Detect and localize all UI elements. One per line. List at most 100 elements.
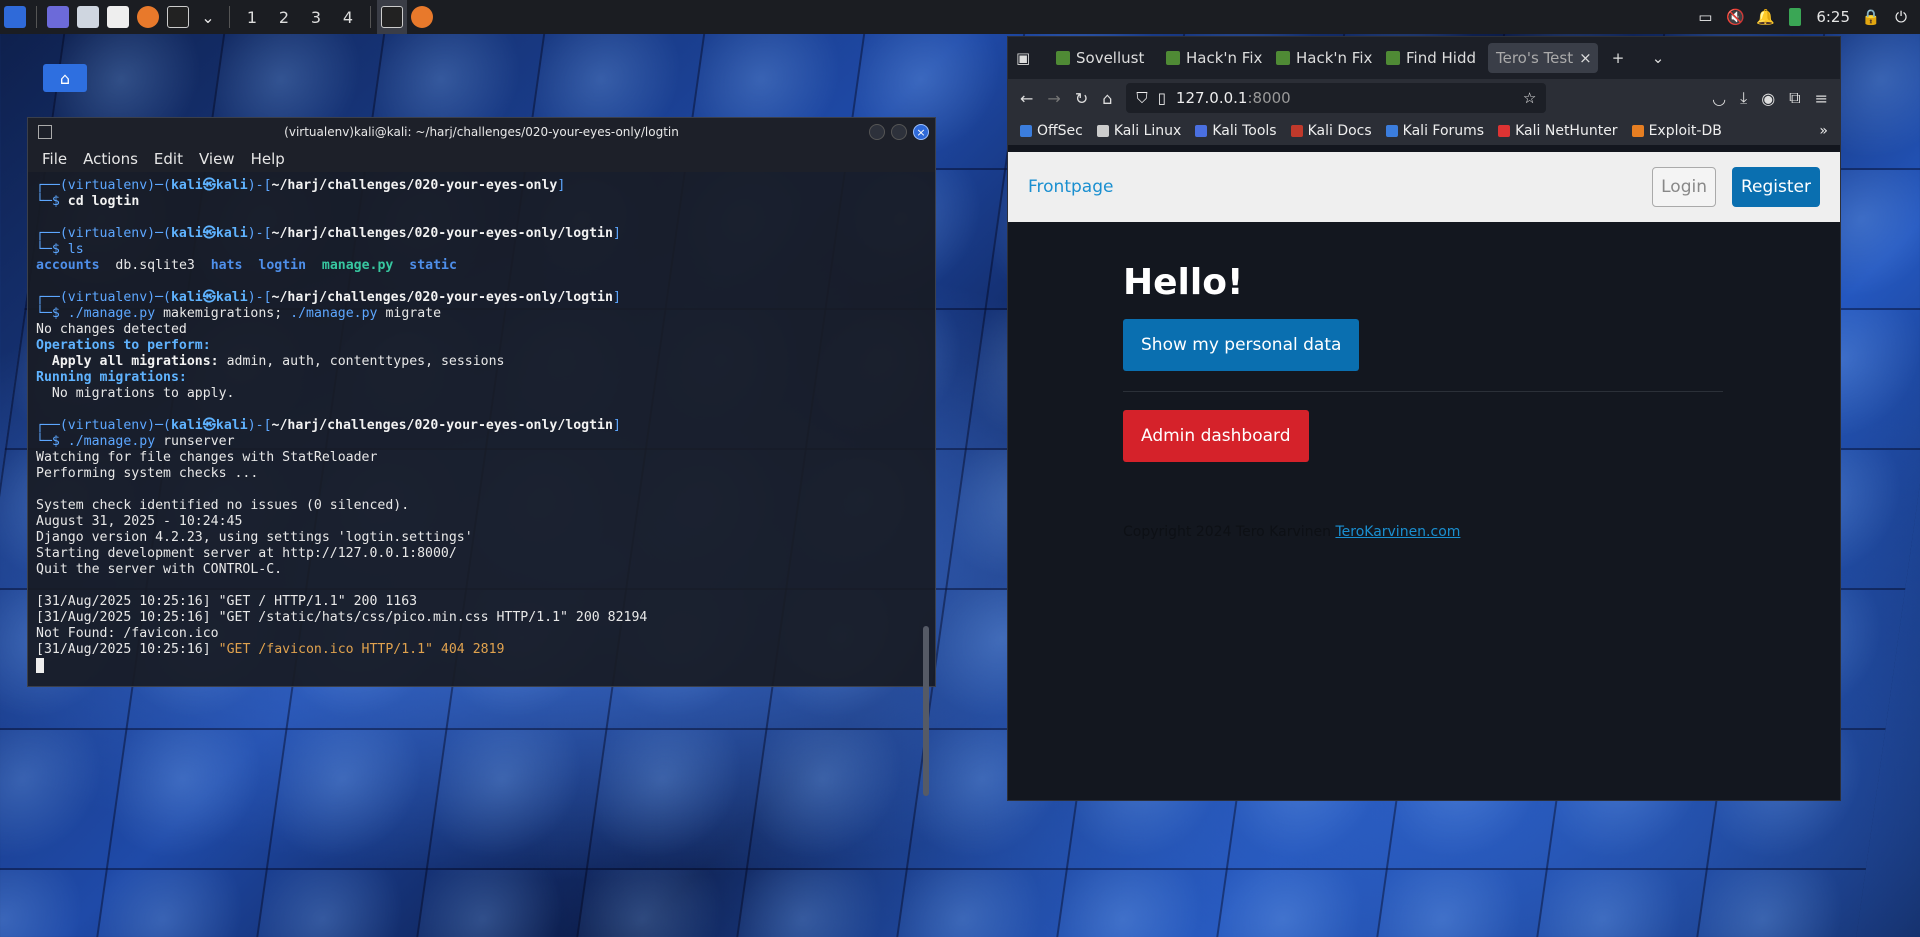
firefox-icon[interactable] (133, 0, 163, 34)
bookmark-offsec[interactable]: OffSec (1020, 123, 1083, 139)
web-page: Frontpage Login Register Hello! Show my … (1008, 152, 1840, 800)
terminal-cursor (36, 658, 44, 673)
url-port: :8000 (1247, 89, 1291, 107)
extensions-icon[interactable]: ⧉ (1789, 88, 1800, 108)
account-icon[interactable]: ◉ (1761, 89, 1775, 108)
bookmark-kali-nethunter[interactable]: Kali NetHunter (1498, 123, 1618, 139)
home-icon[interactable]: ⌂ (1102, 89, 1112, 108)
workspace-4[interactable]: 4 (332, 8, 364, 27)
bookmark-kali-forums[interactable]: Kali Forums (1385, 123, 1484, 139)
command-line: └─$ ls (36, 242, 84, 257)
logout-icon[interactable]: ⏻ (1892, 8, 1910, 26)
file-manager-icon[interactable] (73, 0, 103, 34)
tab-hackn-fix-2[interactable]: Hack'n Fix (1268, 43, 1378, 73)
close-button[interactable]: × (913, 124, 929, 140)
nav-toolbar: ← → ↻ ⌂ ⛉ ▯ 127.0.0.1:8000 ☆ ◡ ⤓ ◉ ⧉ ≡ (1008, 79, 1840, 117)
site-navbar: Frontpage Login Register (1008, 152, 1840, 222)
divider (1123, 391, 1723, 392)
page-heading: Hello! (1123, 262, 1244, 303)
clock[interactable]: 6:25 (1816, 8, 1850, 26)
tab-overview-icon[interactable]: ▣ (1008, 43, 1048, 73)
firefox-task-icon[interactable] (407, 0, 437, 34)
command-line: └─$ cd logtin (36, 194, 140, 209)
speaker-muted-icon[interactable]: 🔇 (1726, 8, 1745, 26)
bookmark-exploit-db[interactable]: Exploit-DB (1631, 123, 1722, 139)
register-button[interactable]: Register (1732, 167, 1820, 207)
tab-sovellust[interactable]: Sovellust (1048, 43, 1158, 73)
home-folder-icon[interactable]: ⌂ (43, 64, 87, 92)
reload-icon[interactable]: ↻ (1075, 89, 1088, 108)
bookmark-kali-tools[interactable]: Kali Tools (1195, 123, 1277, 139)
main-content: Hello! Show my personal data Admin dashb… (1008, 222, 1840, 540)
log-line: [31/Aug/2025 10:25:16] "GET /favicon.ico… (36, 642, 505, 657)
shield-icon[interactable]: ⛉ (1136, 89, 1147, 107)
log-line: System check identified no issues (0 sil… (36, 498, 410, 513)
page-info-icon[interactable]: ▯ (1158, 89, 1166, 107)
bookmarks-overflow-icon[interactable]: » (1819, 123, 1828, 139)
workspace-3[interactable]: 3 (300, 8, 332, 27)
terminal-window: (virtualenv)kali@kali: ~/harj/challenges… (27, 117, 936, 796)
lock-icon[interactable]: 🔒 (1862, 8, 1881, 26)
tab-favicon (1166, 51, 1180, 65)
prompt-line: ┌──(virtualenv)─(kali㉿kali)-[~/harj/chal… (36, 290, 621, 305)
menu-help[interactable]: Help (251, 150, 285, 168)
prompt-line: ┌──(virtualenv)─(kali㉿kali)-[~/harj/chal… (36, 226, 621, 241)
output-line: Running migrations: (36, 370, 187, 385)
url-bar[interactable]: ⛉ ▯ 127.0.0.1:8000 ☆ (1126, 83, 1547, 113)
bookmark-kali-docs[interactable]: Kali Docs (1290, 123, 1372, 139)
frontpage-link[interactable]: Frontpage (1028, 177, 1113, 197)
battery-icon[interactable] (1786, 8, 1804, 26)
login-button[interactable]: Login (1652, 167, 1716, 207)
url-host: 127.0.0.1 (1175, 89, 1248, 107)
menu-file[interactable]: File (42, 150, 67, 168)
output-line: Operations to perform: (36, 338, 211, 353)
tab-teros-test[interactable]: Tero's Test × (1488, 43, 1598, 73)
bookmark-favicon (1290, 125, 1303, 137)
menu-actions[interactable]: Actions (83, 150, 138, 168)
admin-dashboard-button[interactable]: Admin dashboard (1123, 410, 1309, 462)
kali-menu-icon[interactable] (0, 0, 30, 34)
display-icon[interactable]: ▭ (1696, 8, 1714, 26)
bookmark-favicon (1498, 125, 1511, 137)
bookmark-star-icon[interactable]: ☆ (1523, 89, 1536, 107)
terminal-title: (virtualenv)kali@kali: ~/harj/challenges… (284, 125, 679, 139)
back-icon[interactable]: ← (1020, 89, 1033, 108)
download-icon[interactable]: ⤓ (1740, 88, 1747, 108)
terminal-titlebar[interactable]: (virtualenv)kali@kali: ~/harj/challenges… (28, 118, 935, 146)
bookmark-favicon (1195, 125, 1208, 137)
menu-view[interactable]: View (199, 150, 235, 168)
close-tab-icon[interactable]: × (1579, 49, 1592, 67)
text-editor-icon[interactable] (103, 0, 133, 34)
tab-find-hidden[interactable]: Find Hidd (1378, 43, 1488, 73)
maximize-button[interactable] (891, 124, 907, 140)
terminal-task-icon[interactable] (377, 0, 407, 34)
prompt-line: ┌──(virtualenv)─(kali㉿kali)-[~/harj/chal… (36, 418, 621, 433)
hamburger-menu-icon[interactable]: ≡ (1815, 89, 1828, 108)
terminal-launcher-icon[interactable] (163, 0, 193, 34)
minimize-button[interactable] (869, 124, 885, 140)
tab-hackn-fix-1[interactable]: Hack'n Fix (1158, 43, 1268, 73)
workspace-2[interactable]: 2 (268, 8, 300, 27)
tab-favicon (1386, 51, 1400, 65)
terokarvinen-link[interactable]: TeroKarvinen.com (1335, 524, 1460, 540)
terminal-output[interactable]: ┌──(virtualenv)─(kali㉿kali)-[~/harj/chal… (28, 172, 935, 682)
log-line: August 31, 2025 - 10:24:45 (36, 514, 243, 529)
pocket-icon[interactable]: ◡ (1712, 89, 1726, 108)
log-line: Performing system checks ... (36, 466, 259, 481)
menu-edit[interactable]: Edit (154, 150, 183, 168)
forward-icon[interactable]: → (1047, 89, 1060, 108)
new-tab-button[interactable]: + (1598, 43, 1638, 73)
bell-icon[interactable]: 🔔 (1756, 8, 1775, 26)
terminal-scrollbar[interactable] (923, 626, 929, 796)
show-personal-data-button[interactable]: Show my personal data (1123, 319, 1360, 371)
taskbar: ⌄ 1 2 3 4 ▭ 🔇 🔔 6:25 🔒 ⏻ (0, 0, 1920, 34)
log-line: Django version 4.2.23, using settings 'l… (36, 530, 473, 545)
show-desktop-icon[interactable] (43, 0, 73, 34)
chevron-down-icon[interactable]: ⌄ (193, 0, 223, 34)
copyright-text: Copyright 2024 Tero Karvinen (1123, 524, 1331, 540)
bookmark-favicon (1385, 125, 1398, 137)
browser-window: ▣ Sovellust Hack'n Fix Hack'n Fix Find H… (1007, 36, 1841, 801)
workspace-1[interactable]: 1 (236, 8, 268, 27)
tab-list-chevron-icon[interactable]: ⌄ (1638, 43, 1678, 73)
bookmark-kali-linux[interactable]: Kali Linux (1096, 123, 1181, 139)
